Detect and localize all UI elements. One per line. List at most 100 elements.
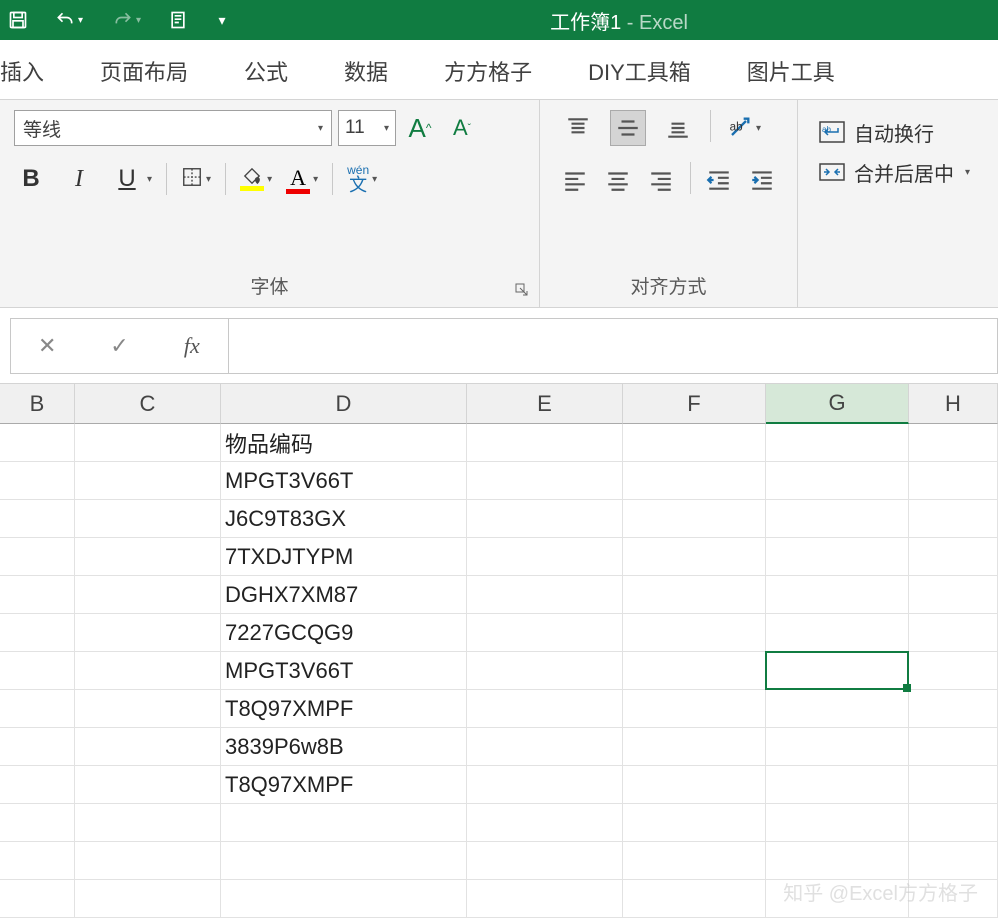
cell[interactable] <box>909 614 998 652</box>
qat-customize[interactable]: ▾ <box>204 0 240 40</box>
cell[interactable]: MPGT3V66T <box>221 462 467 500</box>
column-header-D[interactable]: D <box>221 384 467 424</box>
cell[interactable] <box>221 804 467 842</box>
column-header-F[interactable]: F <box>623 384 766 424</box>
cell[interactable] <box>0 880 75 918</box>
cell[interactable] <box>0 690 75 728</box>
cell[interactable] <box>766 614 909 652</box>
cell[interactable] <box>467 690 623 728</box>
cell[interactable] <box>623 880 766 918</box>
cell[interactable] <box>75 652 221 690</box>
orientation-button[interactable]: ab▾ <box>725 110 761 146</box>
enter-icon[interactable]: ✓ <box>99 326 139 366</box>
cell[interactable] <box>766 538 909 576</box>
increase-indent-button[interactable] <box>748 162 777 198</box>
cell[interactable] <box>909 538 998 576</box>
cell[interactable] <box>467 766 623 804</box>
cell[interactable] <box>909 804 998 842</box>
cell[interactable] <box>0 614 75 652</box>
cell[interactable] <box>623 538 766 576</box>
border-button[interactable]: ▾ <box>181 166 211 193</box>
cell[interactable] <box>0 538 75 576</box>
name-box[interactable]: ✕ ✓ fx <box>10 318 229 374</box>
column-header-E[interactable]: E <box>467 384 623 424</box>
decrease-font-size[interactable]: Aˇ <box>444 110 480 146</box>
align-center-button[interactable] <box>603 162 632 198</box>
align-left-button[interactable] <box>560 162 589 198</box>
align-bottom-button[interactable] <box>660 110 696 146</box>
cell[interactable] <box>623 500 766 538</box>
cell[interactable] <box>467 462 623 500</box>
cell[interactable] <box>909 500 998 538</box>
cell[interactable] <box>766 766 909 804</box>
column-header-B[interactable]: B <box>0 384 75 424</box>
cell[interactable]: 7TXDJTYPM <box>221 538 467 576</box>
cell[interactable] <box>909 424 998 462</box>
cell[interactable]: DGHX7XM87 <box>221 576 467 614</box>
cell[interactable] <box>623 652 766 690</box>
cell[interactable] <box>766 842 909 880</box>
tab-image-tools[interactable]: 图片工具 <box>719 55 863 99</box>
cell[interactable] <box>909 766 998 804</box>
cell[interactable] <box>0 766 75 804</box>
cell[interactable] <box>467 424 623 462</box>
tab-page-layout[interactable]: 页面布局 <box>72 55 216 99</box>
save-button[interactable] <box>0 0 36 40</box>
cell[interactable] <box>75 614 221 652</box>
cell[interactable]: T8Q97XMPF <box>221 766 467 804</box>
cell[interactable] <box>0 424 75 462</box>
cell[interactable] <box>467 614 623 652</box>
cell[interactable] <box>75 500 221 538</box>
formula-input[interactable] <box>229 318 998 374</box>
cell[interactable] <box>766 652 909 690</box>
cell[interactable] <box>909 652 998 690</box>
tab-formulas[interactable]: 公式 <box>216 55 316 99</box>
cell[interactable] <box>75 576 221 614</box>
cell[interactable] <box>75 690 221 728</box>
column-header-C[interactable]: C <box>75 384 221 424</box>
page-icon[interactable] <box>160 0 196 40</box>
cell[interactable] <box>909 842 998 880</box>
cell[interactable] <box>766 728 909 766</box>
font-dialog-launcher[interactable] <box>515 283 529 297</box>
cell[interactable] <box>766 500 909 538</box>
cell[interactable] <box>766 424 909 462</box>
cell[interactable] <box>467 728 623 766</box>
tab-insert[interactable]: 插入 <box>0 55 72 99</box>
cell[interactable]: J6C9T83GX <box>221 500 467 538</box>
cell[interactable] <box>75 538 221 576</box>
cell[interactable] <box>623 804 766 842</box>
cell[interactable] <box>623 614 766 652</box>
cell[interactable] <box>623 424 766 462</box>
column-header-H[interactable]: H <box>909 384 998 424</box>
font-size-dropdown[interactable]: 11▾ <box>338 110 396 146</box>
cell[interactable] <box>623 576 766 614</box>
cell[interactable] <box>0 804 75 842</box>
redo-button[interactable]: ▾ <box>102 0 152 40</box>
cell[interactable] <box>0 652 75 690</box>
align-middle-button[interactable] <box>610 110 646 146</box>
fx-button[interactable]: fx <box>172 326 212 366</box>
cell[interactable] <box>909 462 998 500</box>
phonetic-button[interactable]: wén文 ▾ <box>347 164 377 194</box>
cell[interactable] <box>467 880 623 918</box>
cell[interactable] <box>623 842 766 880</box>
cell[interactable] <box>766 690 909 728</box>
underline-button[interactable]: U▾ <box>110 160 152 198</box>
cell[interactable] <box>909 576 998 614</box>
cell[interactable] <box>0 842 75 880</box>
cell[interactable] <box>75 462 221 500</box>
tab-diy[interactable]: DIY工具箱 <box>560 55 719 99</box>
cell[interactable] <box>623 766 766 804</box>
cell[interactable] <box>623 690 766 728</box>
cell[interactable] <box>467 538 623 576</box>
font-name-dropdown[interactable]: 等线▾ <box>14 110 332 146</box>
cell[interactable] <box>75 842 221 880</box>
cell[interactable] <box>766 462 909 500</box>
bold-button[interactable]: B <box>14 160 48 198</box>
tab-data[interactable]: 数据 <box>316 55 416 99</box>
cell[interactable] <box>0 462 75 500</box>
decrease-indent-button[interactable] <box>705 162 734 198</box>
cell[interactable] <box>75 728 221 766</box>
cell[interactable]: T8Q97XMPF <box>221 690 467 728</box>
